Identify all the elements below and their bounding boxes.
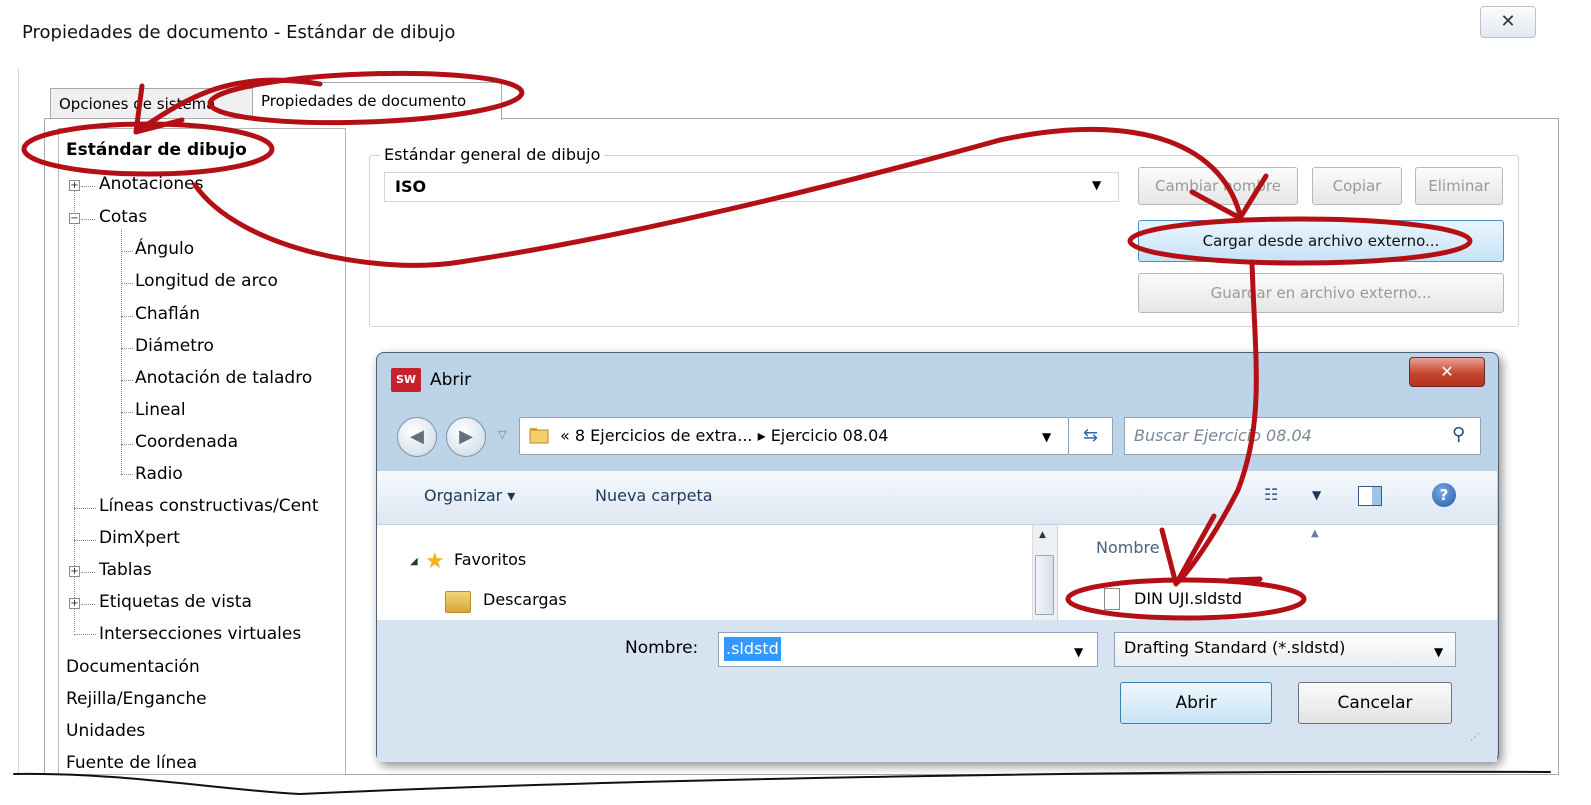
delete-button[interactable]: Eliminar	[1415, 167, 1503, 205]
tree-item-hole-callout[interactable]: Anotación de taladro	[135, 367, 312, 389]
open-dialog-title: Abrir	[430, 370, 472, 390]
tree-item-linear[interactable]: Lineal	[135, 399, 186, 421]
tree-item-grid-snap[interactable]: Rejilla/Enganche	[66, 688, 207, 710]
tree-item-detailing[interactable]: Documentación	[66, 656, 200, 678]
star-icon: ★	[425, 549, 445, 574]
tree-connector	[81, 219, 95, 220]
tree-item-view-labels[interactable]: Etiquetas de vista	[99, 591, 252, 613]
navigation-pane	[377, 525, 1032, 620]
tree-connector	[121, 229, 122, 474]
tree-connector	[74, 540, 96, 541]
resize-grip-icon[interactable]: ⋰	[1470, 732, 1480, 743]
window-close-button[interactable]: ✕	[1480, 6, 1536, 38]
chevron-down-icon[interactable]: ▼	[1092, 178, 1101, 192]
organize-button[interactable]: Organizar ▾	[424, 486, 515, 505]
cancel-button[interactable]: Cancelar	[1298, 682, 1452, 724]
expand-icon[interactable]: +	[69, 180, 80, 191]
forward-arrow-icon[interactable]: ▶	[446, 417, 486, 457]
expand-icon[interactable]: +	[69, 598, 80, 609]
save-to-external-file-button[interactable]: Guardar en archivo externo...	[1138, 273, 1504, 313]
sort-ascending-icon: ▲	[1311, 528, 1319, 539]
tree-item-ordinate[interactable]: Coordenada	[135, 431, 238, 453]
window-title: Propiedades de documento - Estándar de d…	[22, 22, 456, 43]
scroll-up-arrow-icon[interactable]: ▲	[1039, 530, 1046, 540]
tree-item-tables[interactable]: Tablas	[99, 559, 152, 581]
filename-selected-text[interactable]: .sldstd	[724, 637, 781, 661]
tree-item-arc-length[interactable]: Longitud de arco	[135, 270, 278, 292]
tree-connector	[121, 412, 133, 413]
open-dialog-close-button[interactable]: ✕	[1409, 357, 1485, 387]
tab-document-properties[interactable]: Propiedades de documento	[252, 82, 502, 120]
tree-connector	[121, 380, 133, 381]
tree-connector	[121, 283, 133, 284]
scrollbar-thumb[interactable]	[1035, 555, 1054, 615]
tree-item-virtual-sharps[interactable]: Intersecciones virtuales	[99, 623, 301, 645]
new-folder-button[interactable]: Nueva carpeta	[595, 486, 713, 505]
breadcrumb[interactable]: « 8 Ejercicios de extra... ▸ Ejercicio 0…	[560, 426, 888, 445]
rename-button[interactable]: Cambiar nombre	[1138, 167, 1298, 205]
tree-connector	[74, 508, 96, 509]
search-icon[interactable]: ⚲	[1452, 424, 1465, 445]
tree-connector	[121, 474, 133, 475]
tree-connector	[121, 316, 133, 317]
tree-item-chamfer[interactable]: Chaflán	[135, 303, 200, 325]
tree-item-diameter[interactable]: Diámetro	[135, 335, 214, 357]
tree-item-units[interactable]: Unidades	[66, 720, 145, 742]
tree-item-annotations[interactable]: Anotaciones	[99, 173, 203, 195]
tree-item-line-font[interactable]: Fuente de línea	[66, 752, 197, 774]
expand-icon[interactable]: +	[69, 566, 80, 577]
group-label: Estándar general de dibujo	[380, 145, 605, 164]
tree-item-drawing-standard[interactable]: Estándar de dibujo	[66, 139, 247, 161]
tree-item-centerlines[interactable]: Líneas constructivas/Cent	[99, 495, 318, 517]
collapse-icon[interactable]: −	[69, 213, 80, 224]
tree-connector	[74, 634, 96, 635]
solidworks-logo-icon: SW	[391, 368, 421, 392]
search-placeholder: Buscar Ejercicio 08.04	[1134, 426, 1312, 445]
nav-favorites[interactable]: Favoritos	[454, 550, 526, 569]
tree-connector	[81, 186, 95, 187]
tree-connector	[121, 444, 133, 445]
view-options-icon[interactable]: ☷	[1264, 485, 1278, 504]
annotation-bottom-line	[13, 770, 1551, 795]
open-button[interactable]: Abrir	[1120, 682, 1272, 724]
copy-button[interactable]: Copiar	[1312, 167, 1402, 205]
tree-connector	[121, 348, 133, 349]
command-bar	[377, 470, 1497, 525]
tree-item-radius[interactable]: Radio	[135, 463, 183, 485]
tree-connector	[81, 572, 95, 573]
file-type-value[interactable]: Drafting Standard (*.sldstd)	[1124, 638, 1345, 657]
tree-connector	[121, 251, 133, 252]
file-list-item[interactable]: DIN UJI.sldstd	[1134, 589, 1242, 608]
help-icon[interactable]: ?	[1432, 483, 1456, 507]
downloads-folder-icon	[445, 591, 471, 613]
tree-connector	[81, 604, 95, 605]
recent-locations-chevron-icon[interactable]: ▽	[498, 428, 506, 441]
properties-tree[interactable]: Estándar de dibujo + Anotaciones − Cotas…	[58, 128, 346, 775]
filename-label: Nombre:	[625, 638, 699, 658]
chevron-down-icon[interactable]: ▼	[1042, 430, 1051, 444]
column-header-name[interactable]: Nombre	[1096, 538, 1160, 557]
load-from-external-file-button[interactable]: Cargar desde archivo externo...	[1138, 220, 1504, 262]
chevron-down-icon[interactable]: ▼	[1312, 488, 1321, 502]
nav-downloads[interactable]: Descargas	[483, 590, 567, 609]
tab-system-options[interactable]: Opciones de sistema	[50, 88, 256, 118]
collapse-arrow-icon[interactable]: ◢	[410, 556, 418, 567]
drafting-standard-select[interactable]: ISO	[384, 172, 1119, 202]
folder-icon	[529, 428, 549, 444]
chevron-down-icon[interactable]: ▼	[1074, 645, 1083, 659]
tree-item-angle[interactable]: Ángulo	[135, 238, 194, 260]
tree-item-dimxpert[interactable]: DimXpert	[99, 527, 180, 549]
chevron-down-icon[interactable]: ▼	[1434, 645, 1443, 659]
preview-pane-icon[interactable]	[1358, 486, 1382, 506]
tree-item-dimensions[interactable]: Cotas	[99, 206, 147, 228]
refresh-icon[interactable]: ⇆	[1069, 417, 1113, 455]
back-arrow-icon[interactable]: ◀	[397, 417, 437, 457]
file-icon	[1104, 588, 1120, 610]
